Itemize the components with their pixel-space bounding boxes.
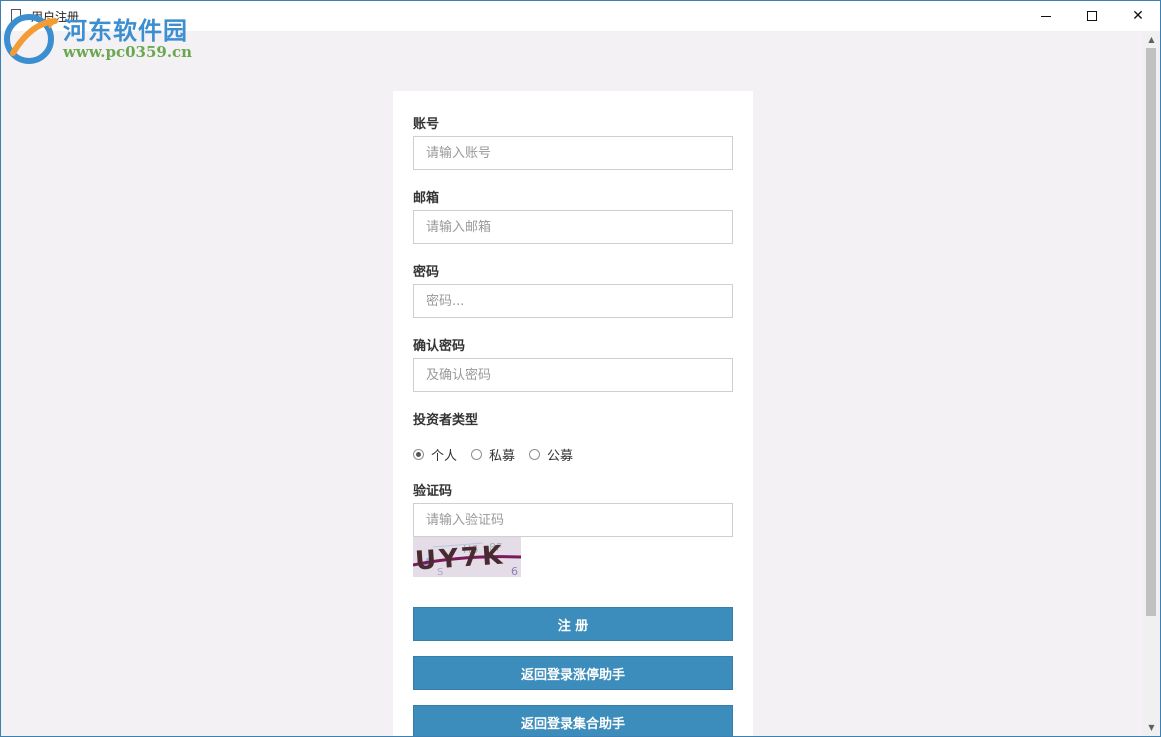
password-input[interactable] (413, 284, 733, 318)
radio-public-fund[interactable]: 公募 (529, 445, 573, 464)
password-label: 密码 (413, 265, 440, 280)
close-button[interactable]: ✕ (1115, 1, 1160, 31)
maximize-button[interactable] (1069, 1, 1115, 31)
radio-individual-circle[interactable] (413, 449, 424, 460)
confirm-password-label: 确认密码 (413, 339, 466, 354)
scroll-up-arrow-icon[interactable]: ▲ (1143, 31, 1160, 48)
watermark-title: 河东软件园 (63, 16, 188, 45)
scroll-down-arrow-icon[interactable]: ▼ (1143, 719, 1160, 736)
registration-window: 用户注册 ✕ 河东软件园 www.pc0359.cn 账号 邮箱 密码 确认密码… (0, 0, 1161, 737)
radio-public-fund-label: 公募 (547, 449, 574, 464)
minimize-icon (1041, 15, 1051, 17)
captcha-text: UY7K (414, 540, 506, 576)
account-label: 账号 (413, 117, 440, 132)
radio-public-fund-circle[interactable] (529, 449, 541, 460)
back-to-jihe-login-button[interactable]: 返回登录集合助手 (413, 705, 733, 736)
radio-private-fund-circle[interactable] (471, 449, 483, 460)
confirm-password-input[interactable] (413, 358, 733, 392)
account-input[interactable] (413, 136, 733, 170)
scrollbar-thumb[interactable] (1146, 48, 1156, 616)
captcha-label: 验证码 (413, 484, 453, 499)
captcha-input[interactable] (413, 503, 733, 537)
watermark: 河东软件园 www.pc0359.cn (1, 9, 201, 67)
close-icon: ✕ (1132, 8, 1144, 24)
registration-form: 账号 邮箱 密码 确认密码 投资者类型 个人 私募 公募 验证码 (393, 91, 753, 736)
watermark-logo-icon (4, 14, 58, 64)
radio-individual-label: 个人 (431, 449, 458, 464)
watermark-url: www.pc0359.cn (63, 43, 193, 61)
maximize-icon (1087, 11, 1097, 21)
svg-text:6: 6 (511, 565, 518, 577)
radio-private-fund[interactable]: 私募 (471, 445, 515, 464)
register-button[interactable]: 注 册 (413, 607, 733, 641)
investor-type-radio-group: 个人 私募 公募 (413, 445, 587, 464)
minimize-button[interactable] (1023, 1, 1069, 31)
email-input[interactable] (413, 210, 733, 244)
radio-private-fund-label: 私募 (489, 449, 516, 464)
radio-individual[interactable]: 个人 (413, 445, 457, 464)
investor-type-label: 投资者类型 (413, 413, 479, 428)
captcha-image[interactable]: 4 H6 8F 6 S UY7K (413, 537, 521, 577)
vertical-scrollbar[interactable]: ▲ ▼ (1143, 31, 1160, 736)
email-label: 邮箱 (413, 191, 440, 206)
back-to-zhangting-login-button[interactable]: 返回登录涨停助手 (413, 656, 733, 690)
